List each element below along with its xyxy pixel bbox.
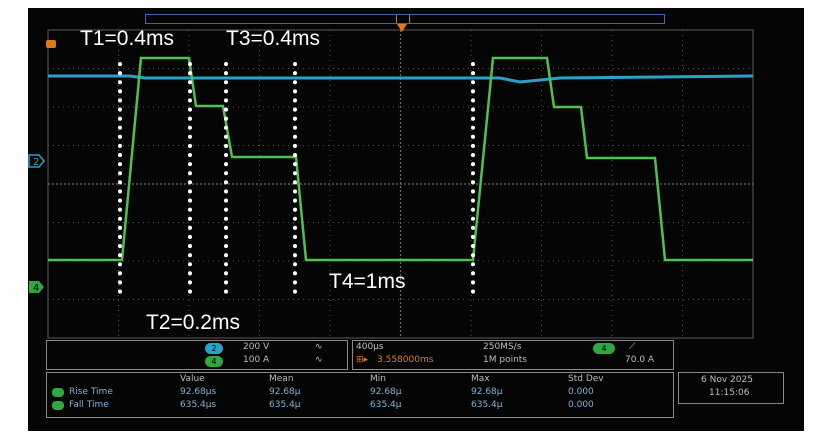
timebase-scale[interactable]: 400μs	[356, 342, 384, 352]
datetime-panel: 6 Nov 2025 11:15:06	[678, 372, 784, 404]
channel-settings-panel[interactable]: 2 200 V ∿ 4 100 A ∿	[46, 340, 348, 370]
measure-header-min: Min	[370, 374, 386, 384]
trigger-level[interactable]: 70.0 A	[625, 355, 654, 365]
rise-time-min: 92.68μ	[370, 387, 402, 397]
horizontal-position[interactable]: 3.558000ms	[377, 355, 433, 365]
timebase-trigger-panel[interactable]: 400μs 250MS/s ⊞▸ 3.558000ms 1M points 4 …	[352, 340, 674, 370]
ch4-badge[interactable]: 4	[205, 356, 223, 367]
trigger-slope-icon: ⟋	[629, 342, 636, 352]
date-readout: 6 Nov 2025	[701, 375, 753, 385]
rise-time-stddev: 0.000	[568, 387, 594, 397]
ch2-bandwidth-icon: ∿	[315, 342, 323, 352]
rise-time-max: 92.68μ	[471, 387, 503, 397]
rise-time-mean: 92.68μ	[269, 387, 301, 397]
measure-header-stddev: Std Dev	[568, 374, 604, 384]
measure-header-mean: Mean	[269, 374, 294, 384]
measure-header-value: Value	[180, 374, 205, 384]
annotation-t1: T1=0.4ms	[80, 27, 174, 50]
annotation-t2: T2=0.2ms	[146, 311, 240, 334]
ch2-marker-label: 2	[33, 157, 39, 168]
measure-header-max: Max	[471, 374, 490, 384]
ch4-scale[interactable]: 100 A	[243, 355, 269, 365]
ch2-scale[interactable]: 200 V	[243, 342, 269, 352]
record-view-bar[interactable]	[145, 14, 665, 24]
ch2-voltage-trace	[48, 74, 754, 84]
annotation-t3: T3=0.4ms	[226, 27, 320, 50]
fall-time-max: 635.4μ	[471, 400, 503, 410]
fall-time-min: 635.4μ	[370, 400, 402, 410]
view-window-indicator[interactable]	[396, 15, 410, 23]
fall-time-label[interactable]: Fall Time	[69, 400, 109, 410]
ch4-offset-marker[interactable]: 4	[29, 281, 44, 294]
annotation-t4: T4=1ms	[329, 270, 406, 293]
rise-time-label[interactable]: Rise Time	[69, 387, 113, 397]
fall-time-value: 635.4μs	[180, 400, 217, 410]
ch2-badge[interactable]: 2	[205, 343, 223, 354]
time-readout: 11:15:06	[709, 388, 750, 398]
fall-time-mean: 635.4μ	[269, 400, 301, 410]
rise-time-channel-badge[interactable]	[52, 388, 64, 397]
trigger-position-marker[interactable]	[397, 24, 407, 32]
ch4-marker-label: 4	[33, 283, 39, 294]
measurements-panel[interactable]: Value Mean Min Max Std Dev Rise Time 92.…	[46, 372, 674, 418]
trigger-marker[interactable]	[46, 40, 56, 48]
ch2-offset-marker[interactable]: 2	[28, 154, 45, 168]
fall-time-channel-badge[interactable]	[52, 401, 64, 410]
record-length: 1M points	[483, 355, 527, 365]
rise-time-value: 92.68μs	[180, 387, 217, 397]
horizontal-position-icon: ⊞▸	[356, 355, 369, 365]
trigger-source-badge[interactable]: 4	[593, 343, 615, 354]
ch4-bandwidth-icon: ∿	[315, 355, 323, 365]
fall-time-stddev: 0.000	[568, 400, 594, 410]
sample-rate: 250MS/s	[483, 342, 522, 352]
